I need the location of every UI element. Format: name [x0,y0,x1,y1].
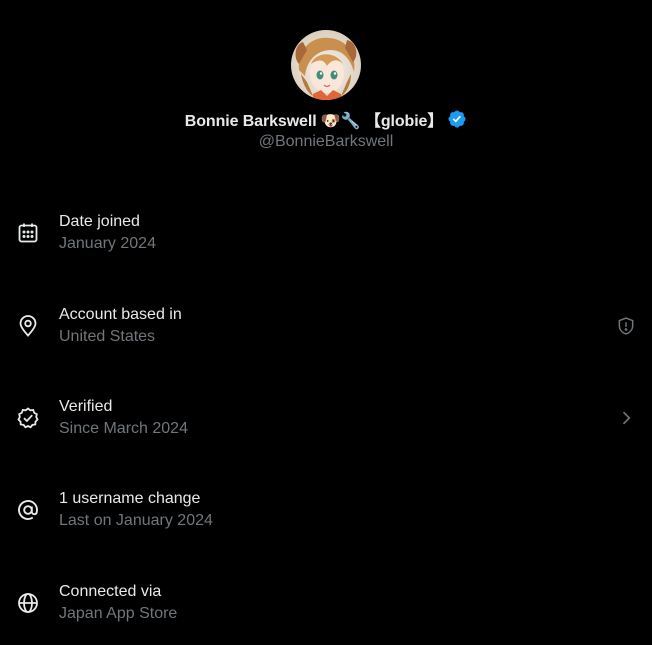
name-tag: 【globie】 [364,113,444,130]
item-title: Date joined [59,213,140,230]
item-title: Account based in [59,306,182,323]
location-pin-icon [16,314,40,338]
display-name-text: Bonnie Barkswell [184,113,317,130]
name-emoji: 🐶🔧 [320,113,361,130]
verified-badge-icon[interactable] [447,109,467,129]
globe-icon [16,591,40,615]
display-name[interactable]: Bonnie Barkswell 🐶🔧 【globie】 [184,107,444,131]
item-subtitle: United States [59,328,156,345]
about-item-username-change: 1 username change Last on January 2024 [0,481,652,545]
handle: @BonnieBarkswell [258,133,394,150]
item-title: Verified [59,398,113,415]
item-subtitle: Last on January 2024 [59,512,213,529]
calendar-icon [16,221,40,245]
item-title: Connected via [59,583,162,600]
about-item-account-based-in: Account based in United States [0,297,652,361]
chevron-right-icon[interactable] [616,408,636,428]
item-title: 1 username change [59,490,201,507]
avatar[interactable] [291,30,361,100]
item-subtitle: Japan App Store [59,605,178,622]
item-subtitle: January 2024 [59,235,156,252]
item-subtitle: Since March 2024 [59,420,188,437]
name-row: Bonnie Barkswell 🐶🔧 【globie】 [0,107,652,131]
at-sign-icon [16,498,40,522]
about-item-verified[interactable]: Verified Since March 2024 [0,389,652,453]
shield-alert-icon[interactable] [616,316,636,336]
verified-check-icon [16,406,40,430]
about-item-date-joined: Date joined January 2024 [0,204,652,268]
about-item-connected-via: Connected via Japan App Store [0,574,652,638]
